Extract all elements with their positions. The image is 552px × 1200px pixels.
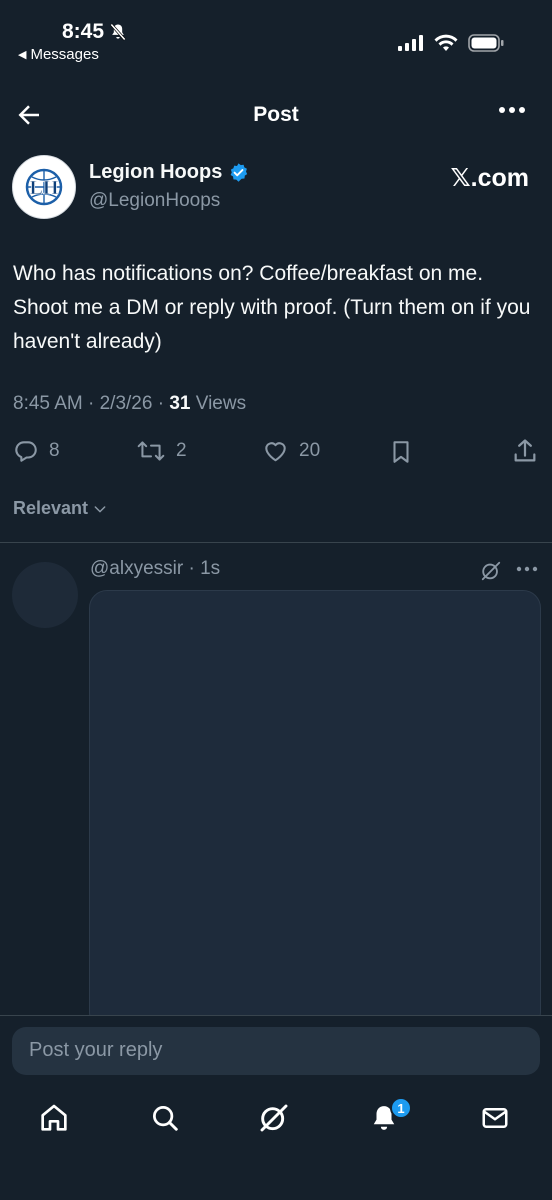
author-handle[interactable]: @LegionHoops <box>89 190 220 212</box>
repost-icon <box>137 441 165 461</box>
home-icon <box>41 1104 67 1131</box>
signal-icon <box>398 35 423 51</box>
post-text: Who has notifications on? Coffee/breakfa… <box>13 262 531 353</box>
post-date: 2/3/26 <box>99 393 153 414</box>
xcom-watermark: 𝕏.com <box>450 164 530 192</box>
repost-action[interactable]: 2 <box>136 438 187 464</box>
share-icon[interactable] <box>511 437 539 465</box>
reply-media-card[interactable] <box>89 590 541 1030</box>
more-options-icon[interactable] <box>498 106 526 114</box>
views-count: 31 <box>169 393 191 414</box>
status-icons <box>398 34 504 52</box>
notifications-badge: 1 <box>390 1097 412 1119</box>
sort-relevant-dropdown[interactable]: Relevant <box>13 498 108 519</box>
reply-input[interactable]: Post your reply <box>12 1027 540 1075</box>
verified-badge-icon <box>230 163 248 182</box>
nav-messages[interactable] <box>475 1098 515 1138</box>
nav-grok[interactable] <box>254 1098 294 1138</box>
post-meta: 8:45 AM · 2/3/26 · 31 Views <box>13 393 247 414</box>
legion-hoops-logo: LH <box>25 168 63 206</box>
divider <box>0 542 552 543</box>
reply-bubble-icon <box>15 441 37 462</box>
search-icon <box>153 1106 178 1131</box>
reply-action[interactable]: 8 <box>13 438 60 464</box>
reply-time: 1s <box>200 558 221 579</box>
avatar[interactable]: LH <box>12 155 76 219</box>
reply-avatar[interactable] <box>12 562 78 628</box>
grok-icon <box>260 1104 288 1132</box>
nav-home[interactable] <box>34 1098 74 1138</box>
back-to-messages[interactable]: ◀ Messages <box>18 46 99 63</box>
page-title: Post <box>253 103 299 126</box>
nav-search[interactable] <box>145 1098 185 1138</box>
grok-icon[interactable] <box>480 560 502 582</box>
triangle-left-icon: ◀ <box>18 49 27 61</box>
battery-icon <box>468 34 504 52</box>
status-time: 8:45 <box>62 20 128 44</box>
wifi-icon <box>434 34 458 51</box>
author-name[interactable]: Legion Hoops <box>89 161 249 184</box>
chevron-down-icon <box>94 505 106 512</box>
heart-icon <box>265 442 286 462</box>
mute-bell-icon <box>110 23 126 41</box>
views-label: Views <box>195 393 247 414</box>
like-action[interactable]: 20 <box>262 438 320 464</box>
svg-text:LH: LH <box>30 177 59 199</box>
mail-icon <box>482 1108 508 1128</box>
post-time: 8:45 AM <box>13 393 83 414</box>
bookmark-icon[interactable] <box>388 438 414 466</box>
reply-handle: @alxyessir <box>90 558 184 579</box>
divider <box>0 1015 552 1016</box>
reply-more-icon[interactable] <box>516 566 538 572</box>
reply-meta[interactable]: @alxyessir · 1s <box>90 558 220 580</box>
